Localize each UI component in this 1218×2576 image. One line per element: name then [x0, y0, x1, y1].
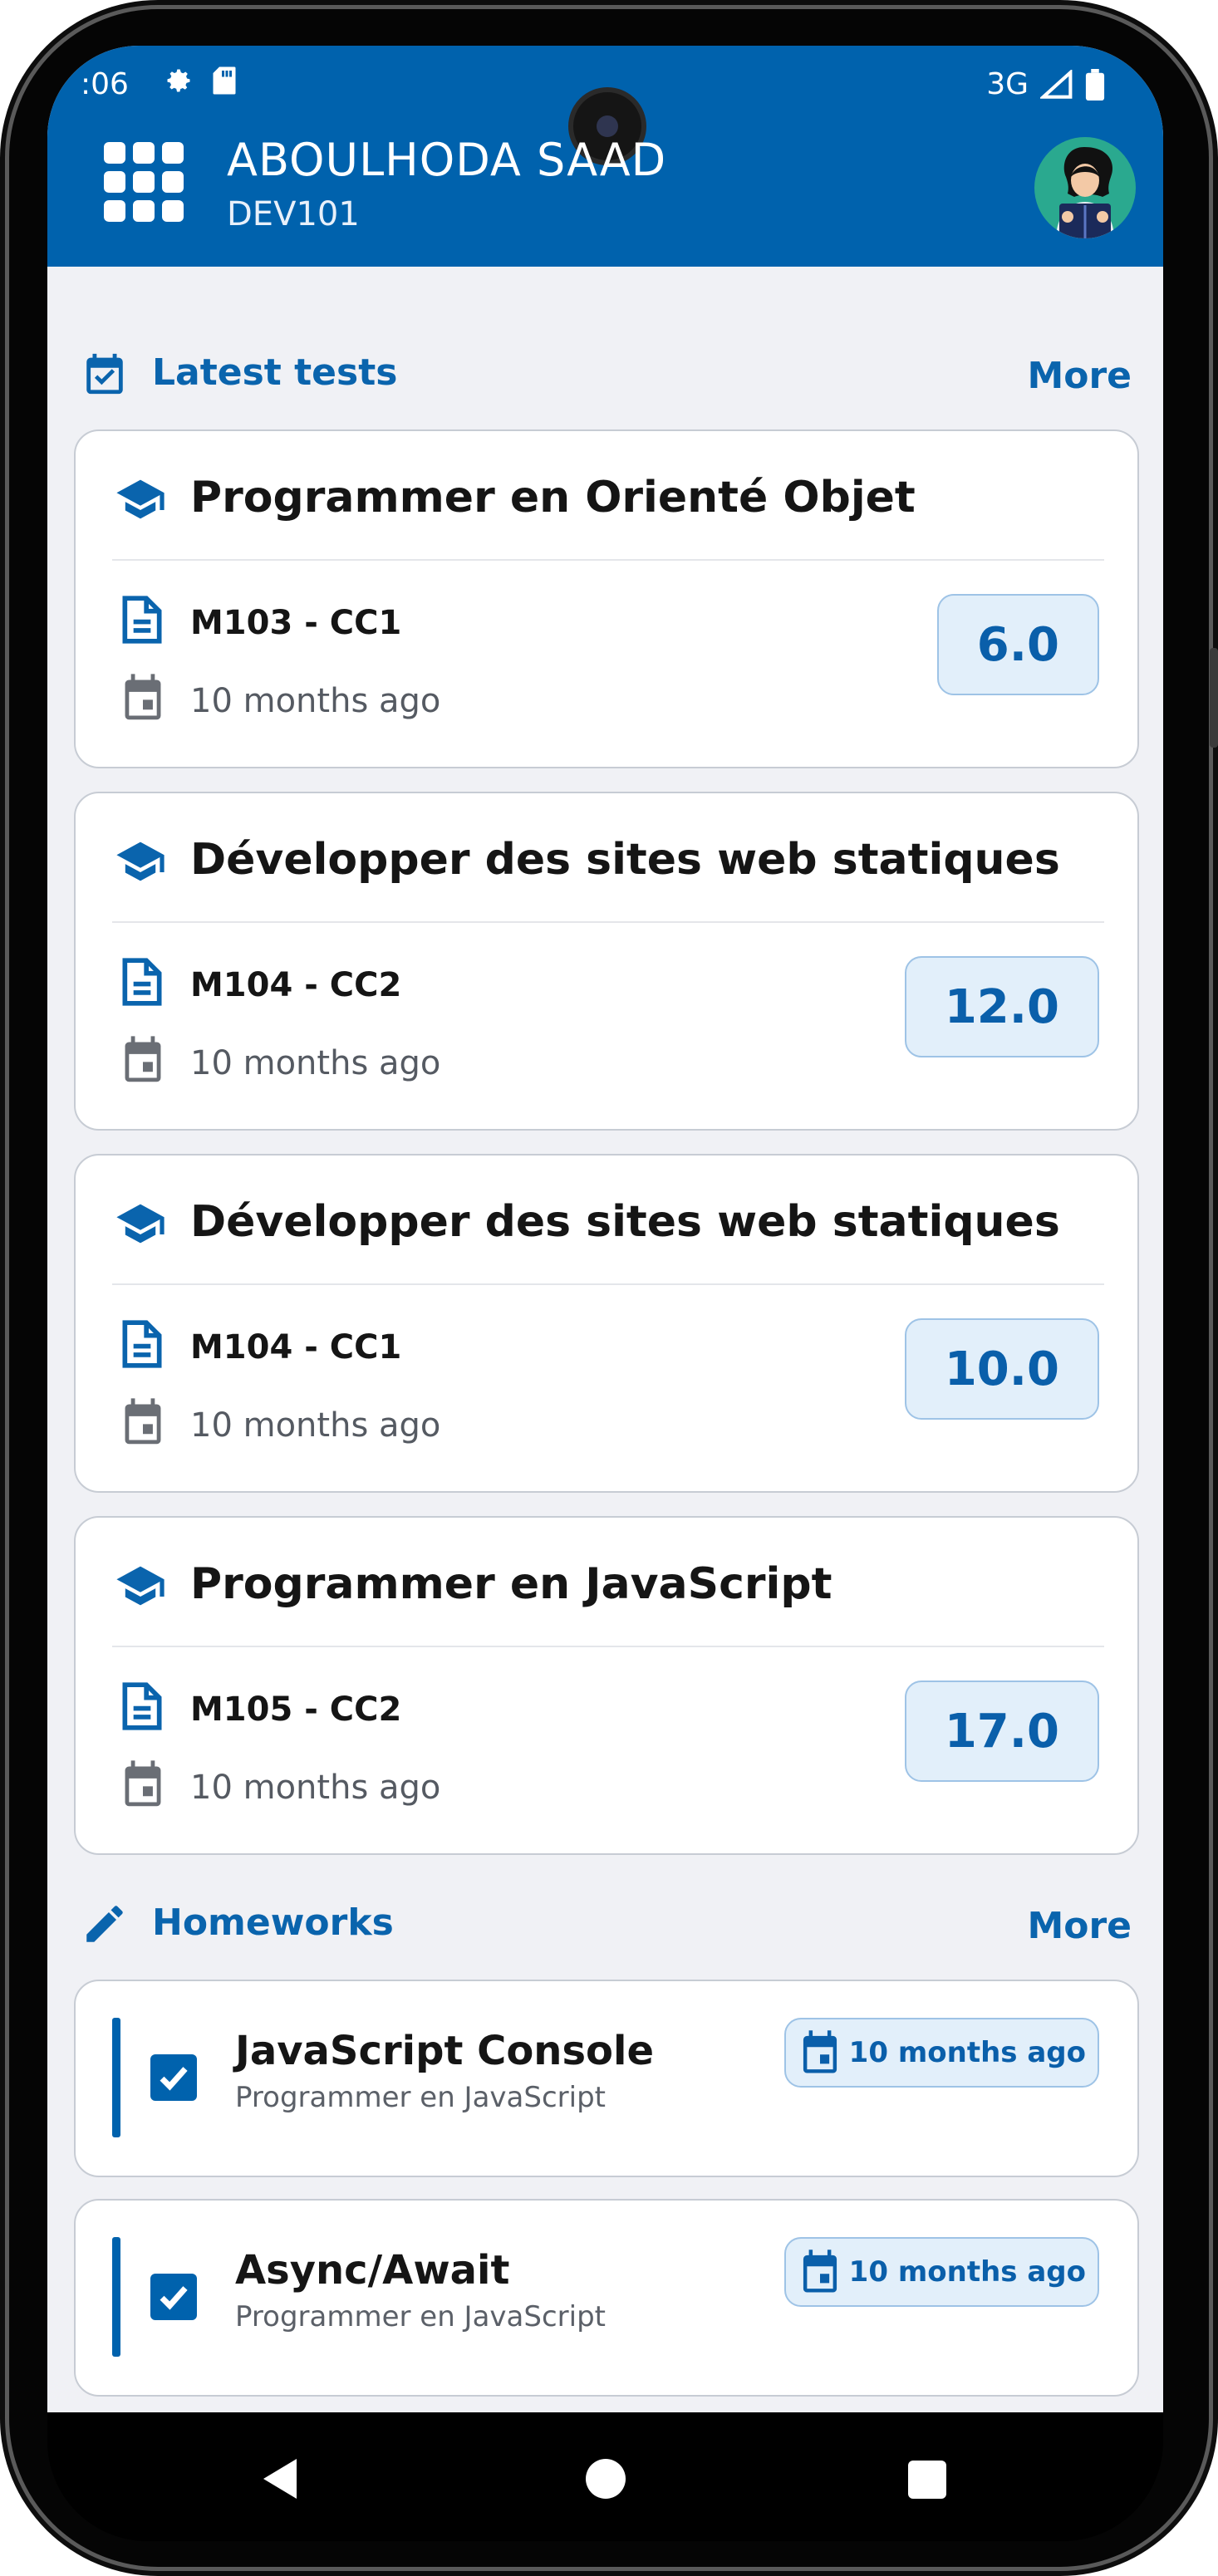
calendar-icon — [125, 674, 161, 720]
grade-badge: 6.0 — [936, 594, 1099, 695]
test-subject: Développer des sites web statiques — [190, 1197, 1060, 1247]
test-card[interactable]: Développer des sites web statiques M104 … — [74, 1154, 1139, 1493]
homeworks-more-link[interactable]: More — [1027, 1905, 1132, 1947]
test-date: 10 months ago — [190, 1406, 441, 1445]
tests-more-link[interactable]: More — [1027, 355, 1132, 397]
nav-back-icon[interactable] — [262, 2459, 298, 2499]
test-code: M105 - CC2 — [190, 1690, 402, 1729]
graduation-cap-icon — [116, 1566, 165, 1606]
document-icon — [122, 1682, 162, 1730]
student-name: ABOULHODA SAAD — [227, 134, 667, 186]
nav-home-icon[interactable] — [586, 2459, 626, 2499]
test-code: M104 - CC2 — [190, 966, 402, 1004]
checkbox-checked-icon[interactable] — [150, 2054, 197, 2101]
due-date: 10 months ago — [848, 2255, 1086, 2289]
grade-badge: 17.0 — [904, 1681, 1099, 1782]
test-date: 10 months ago — [190, 1769, 441, 1807]
battery-icon — [1085, 68, 1105, 101]
status-time: :06 — [81, 67, 129, 101]
student-group: DEV101 — [227, 195, 360, 233]
calendar-icon — [125, 1036, 161, 1082]
test-card[interactable]: Programmer en Orienté Objet M103 - CC1 1… — [74, 429, 1139, 768]
graduation-cap-icon — [116, 841, 165, 881]
homework-module: Programmer en JavaScript — [235, 2081, 606, 2114]
calendar-check-icon — [86, 353, 123, 395]
homeworks-header: Homeworks More — [47, 1883, 1163, 1958]
signal-icon — [1040, 69, 1073, 99]
homework-accent-bar — [112, 2237, 120, 2357]
document-icon — [122, 596, 162, 644]
grade-badge: 10.0 — [904, 1318, 1099, 1420]
latest-tests-title: Latest tests — [152, 351, 398, 394]
calendar-icon — [125, 1760, 161, 1807]
due-date: 10 months ago — [848, 2036, 1086, 2069]
calendar-icon — [803, 2030, 837, 2073]
test-subject: Développer des sites web statiques — [190, 835, 1060, 885]
pencil-icon — [86, 1906, 123, 1942]
card-divider — [112, 559, 1104, 561]
grade-badge: 12.0 — [904, 956, 1099, 1057]
avatar-illustration — [1056, 147, 1114, 238]
apps-grid-icon[interactable] — [104, 142, 184, 222]
app-screen: :06 3G ABOULHODA SAAD DEV101 Latest test… — [47, 46, 1163, 2412]
card-divider — [112, 921, 1104, 923]
test-date: 10 months ago — [190, 1044, 441, 1082]
homeworks-title: Homeworks — [152, 1901, 394, 1944]
document-icon — [122, 1320, 162, 1368]
homework-title: Async/Await — [235, 2247, 510, 2294]
test-card[interactable]: Programmer en JavaScript M105 - CC2 10 m… — [74, 1516, 1139, 1855]
due-badge: 10 months ago — [783, 2237, 1099, 2307]
homework-card[interactable]: JavaScript Console Programmer en JavaScr… — [74, 1980, 1139, 2177]
latest-tests-header: Latest tests More — [47, 333, 1163, 408]
test-code: M103 - CC1 — [190, 604, 402, 642]
graduation-cap-icon — [116, 479, 165, 519]
home-content[interactable]: Latest tests More Programmer en Orienté … — [47, 267, 1163, 2412]
avatar[interactable] — [1034, 137, 1136, 238]
checkbox-checked-icon[interactable] — [150, 2274, 197, 2320]
document-icon — [122, 958, 162, 1006]
test-date: 10 months ago — [190, 682, 441, 720]
test-code: M104 - CC1 — [190, 1328, 402, 1367]
card-divider — [112, 1646, 1104, 1647]
settings-icon — [167, 69, 190, 92]
test-card[interactable]: Développer des sites web statiques M104 … — [74, 792, 1139, 1131]
test-subject: Programmer en JavaScript — [190, 1559, 832, 1609]
homework-module: Programmer en JavaScript — [235, 2300, 606, 2333]
card-divider — [112, 1283, 1104, 1285]
nav-recents-icon[interactable] — [908, 2461, 946, 2499]
calendar-icon — [125, 1398, 161, 1445]
test-subject: Programmer en Orienté Objet — [190, 473, 916, 523]
volume-button — [1210, 648, 1218, 748]
homework-accent-bar — [112, 2018, 120, 2137]
network-type: 3G — [986, 67, 1029, 101]
app-header: :06 3G ABOULHODA SAAD DEV101 — [47, 46, 1163, 267]
calendar-icon — [803, 2250, 837, 2293]
homework-card[interactable]: Async/Await Programmer en JavaScript 10 … — [74, 2199, 1139, 2397]
homework-title: JavaScript Console — [235, 2028, 655, 2074]
sd-card-icon — [213, 66, 236, 95]
system-nav-bar — [47, 2412, 1163, 2541]
graduation-cap-icon — [116, 1204, 165, 1244]
phone-frame: :06 3G ABOULHODA SAAD DEV101 Latest test… — [0, 0, 1218, 2576]
due-badge: 10 months ago — [783, 2018, 1099, 2088]
